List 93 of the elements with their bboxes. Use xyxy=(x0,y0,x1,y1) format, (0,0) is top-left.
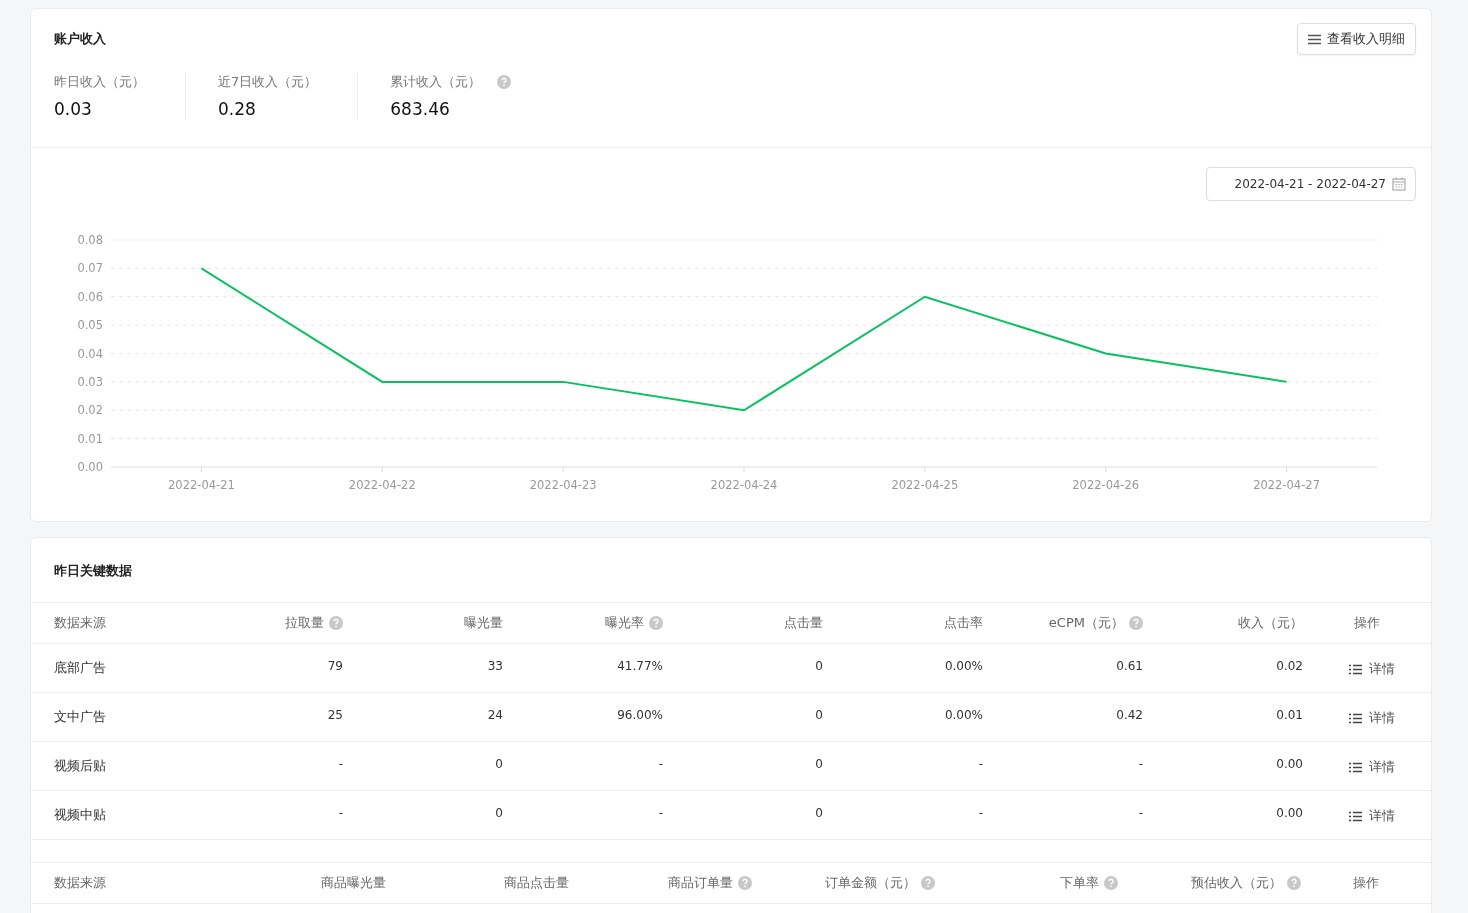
column-header: 操作 xyxy=(1354,614,1380,632)
column-header: 订单金额（元） xyxy=(825,874,916,892)
detail-link[interactable]: 详情 xyxy=(1349,805,1395,828)
table-cell-text: 0.61 xyxy=(1116,659,1143,675)
table-cell-text: 0 xyxy=(815,659,823,675)
list-icon xyxy=(1349,762,1362,773)
table-cell-text: - xyxy=(1138,757,1143,773)
column-header: 数据来源 xyxy=(54,614,106,632)
x-axis-label: 2022-04-22 xyxy=(348,478,416,492)
table-cell-text: - xyxy=(978,757,983,773)
income-detail-button[interactable]: 查看收入明细 xyxy=(1297,23,1416,55)
list-icon xyxy=(1349,811,1362,822)
x-axis-label: 2022-04-21 xyxy=(168,478,235,492)
table-cell-text: 0.02 xyxy=(1276,659,1303,675)
stat-value: 683.46 xyxy=(390,99,451,119)
stat-label: 昨日收入（元） xyxy=(54,73,145,91)
table-cell-text: 0.42 xyxy=(1116,708,1143,724)
table-cell-text: 25 xyxy=(327,708,343,724)
menu-icon xyxy=(1308,33,1321,45)
help-icon[interactable] xyxy=(1287,876,1301,890)
column-header: 曝光量 xyxy=(464,614,503,632)
table-cell-text: 0 xyxy=(495,806,503,822)
x-axis-label: 2022-04-26 xyxy=(1072,478,1140,492)
stat-value: 0.28 xyxy=(218,99,257,119)
column-header: 数据来源 xyxy=(54,874,106,892)
y-axis-label: 0.07 xyxy=(77,261,103,276)
column-header: 拉取量 xyxy=(285,614,324,632)
column-header: 收入（元） xyxy=(1238,614,1303,632)
table-cell-text: - xyxy=(658,757,663,773)
table-cell-text: 视频后贴 xyxy=(54,757,106,775)
table-cell-text: 79 xyxy=(327,659,343,675)
stat-label: 近7日收入（元） xyxy=(218,73,318,91)
table-cell-text: 0.00 xyxy=(1276,806,1303,822)
section-title: 账户收入 xyxy=(54,30,106,48)
column-header: 商品订单量 xyxy=(668,874,733,892)
x-axis-label: 2022-04-24 xyxy=(710,478,778,492)
date-range-picker[interactable]: 2022-04-21 - 2022-04-27 xyxy=(1205,167,1416,201)
column-header: 商品点击量 xyxy=(504,874,569,892)
y-axis-label: 0.03 xyxy=(77,374,103,389)
table-cell-text: 0.00% xyxy=(944,659,983,675)
table-cell-text: 41.77% xyxy=(617,659,663,675)
help-icon[interactable] xyxy=(1104,876,1118,890)
y-axis-label: 0.00 xyxy=(77,460,103,474)
stat-label: 累计收入（元） xyxy=(390,73,482,91)
column-header: 商品曝光量 xyxy=(321,874,386,892)
table-cell-text: 24 xyxy=(487,708,503,724)
y-axis-label: 0.08 xyxy=(77,233,103,247)
detail-link[interactable]: 详情 xyxy=(1349,658,1395,681)
table-cell-text: 0.00 xyxy=(1276,757,1303,773)
detail-link[interactable]: 详情 xyxy=(1349,756,1395,779)
help-icon[interactable] xyxy=(1129,616,1143,630)
help-icon[interactable] xyxy=(497,75,512,89)
list-icon xyxy=(1349,664,1362,675)
table-cell-text: 0 xyxy=(815,757,823,773)
table-cell-text: 0.00% xyxy=(944,708,983,724)
x-axis-label: 2022-04-25 xyxy=(891,478,959,492)
y-axis-label: 0.01 xyxy=(77,431,103,446)
help-icon[interactable] xyxy=(649,616,663,630)
table-cell-text: - xyxy=(338,806,343,822)
help-icon[interactable] xyxy=(738,876,752,890)
column-header: 曝光率 xyxy=(605,614,644,632)
help-icon[interactable] xyxy=(921,876,935,890)
help-icon[interactable] xyxy=(329,616,343,630)
table-cell-text: 0 xyxy=(495,757,503,773)
y-axis-label: 0.05 xyxy=(77,318,103,333)
column-header: 预估收入（元） xyxy=(1191,874,1282,892)
table-cell-text: 底部广告 xyxy=(54,659,106,677)
detail-link[interactable]: 详情 xyxy=(1349,707,1395,730)
table-cell-text: 文中广告 xyxy=(54,708,106,726)
table-cell-text: 视频中贴 xyxy=(54,806,106,824)
column-header: 点击量 xyxy=(784,614,823,632)
calendar-icon xyxy=(1392,177,1406,191)
table-cell-text: - xyxy=(978,806,983,822)
column-header: eCPM（元） xyxy=(1048,614,1124,632)
table-cell-text: 96.00% xyxy=(617,708,663,724)
table-cell-text: - xyxy=(658,806,663,822)
column-header: 下单率 xyxy=(1060,874,1099,892)
y-axis-label: 0.06 xyxy=(77,289,103,304)
y-axis-label: 0.02 xyxy=(77,403,103,418)
section-title: 昨日关键数据 xyxy=(54,563,132,578)
x-axis-label: 2022-04-23 xyxy=(529,478,597,492)
table-cell-text: 0.01 xyxy=(1276,708,1303,724)
y-axis-label: 0.04 xyxy=(77,346,103,361)
table-cell-text: 33 xyxy=(487,659,503,675)
table-cell-text: - xyxy=(1138,806,1143,822)
column-header: 操作 xyxy=(1353,874,1379,892)
table-cell-text: 0 xyxy=(815,708,823,724)
list-icon xyxy=(1349,713,1362,724)
x-axis-label: 2022-04-27 xyxy=(1253,478,1320,492)
table-cell-text: 0 xyxy=(815,806,823,822)
column-header: 点击率 xyxy=(944,614,983,632)
stat-value: 0.03 xyxy=(54,99,93,119)
table-cell-text: - xyxy=(338,757,343,773)
